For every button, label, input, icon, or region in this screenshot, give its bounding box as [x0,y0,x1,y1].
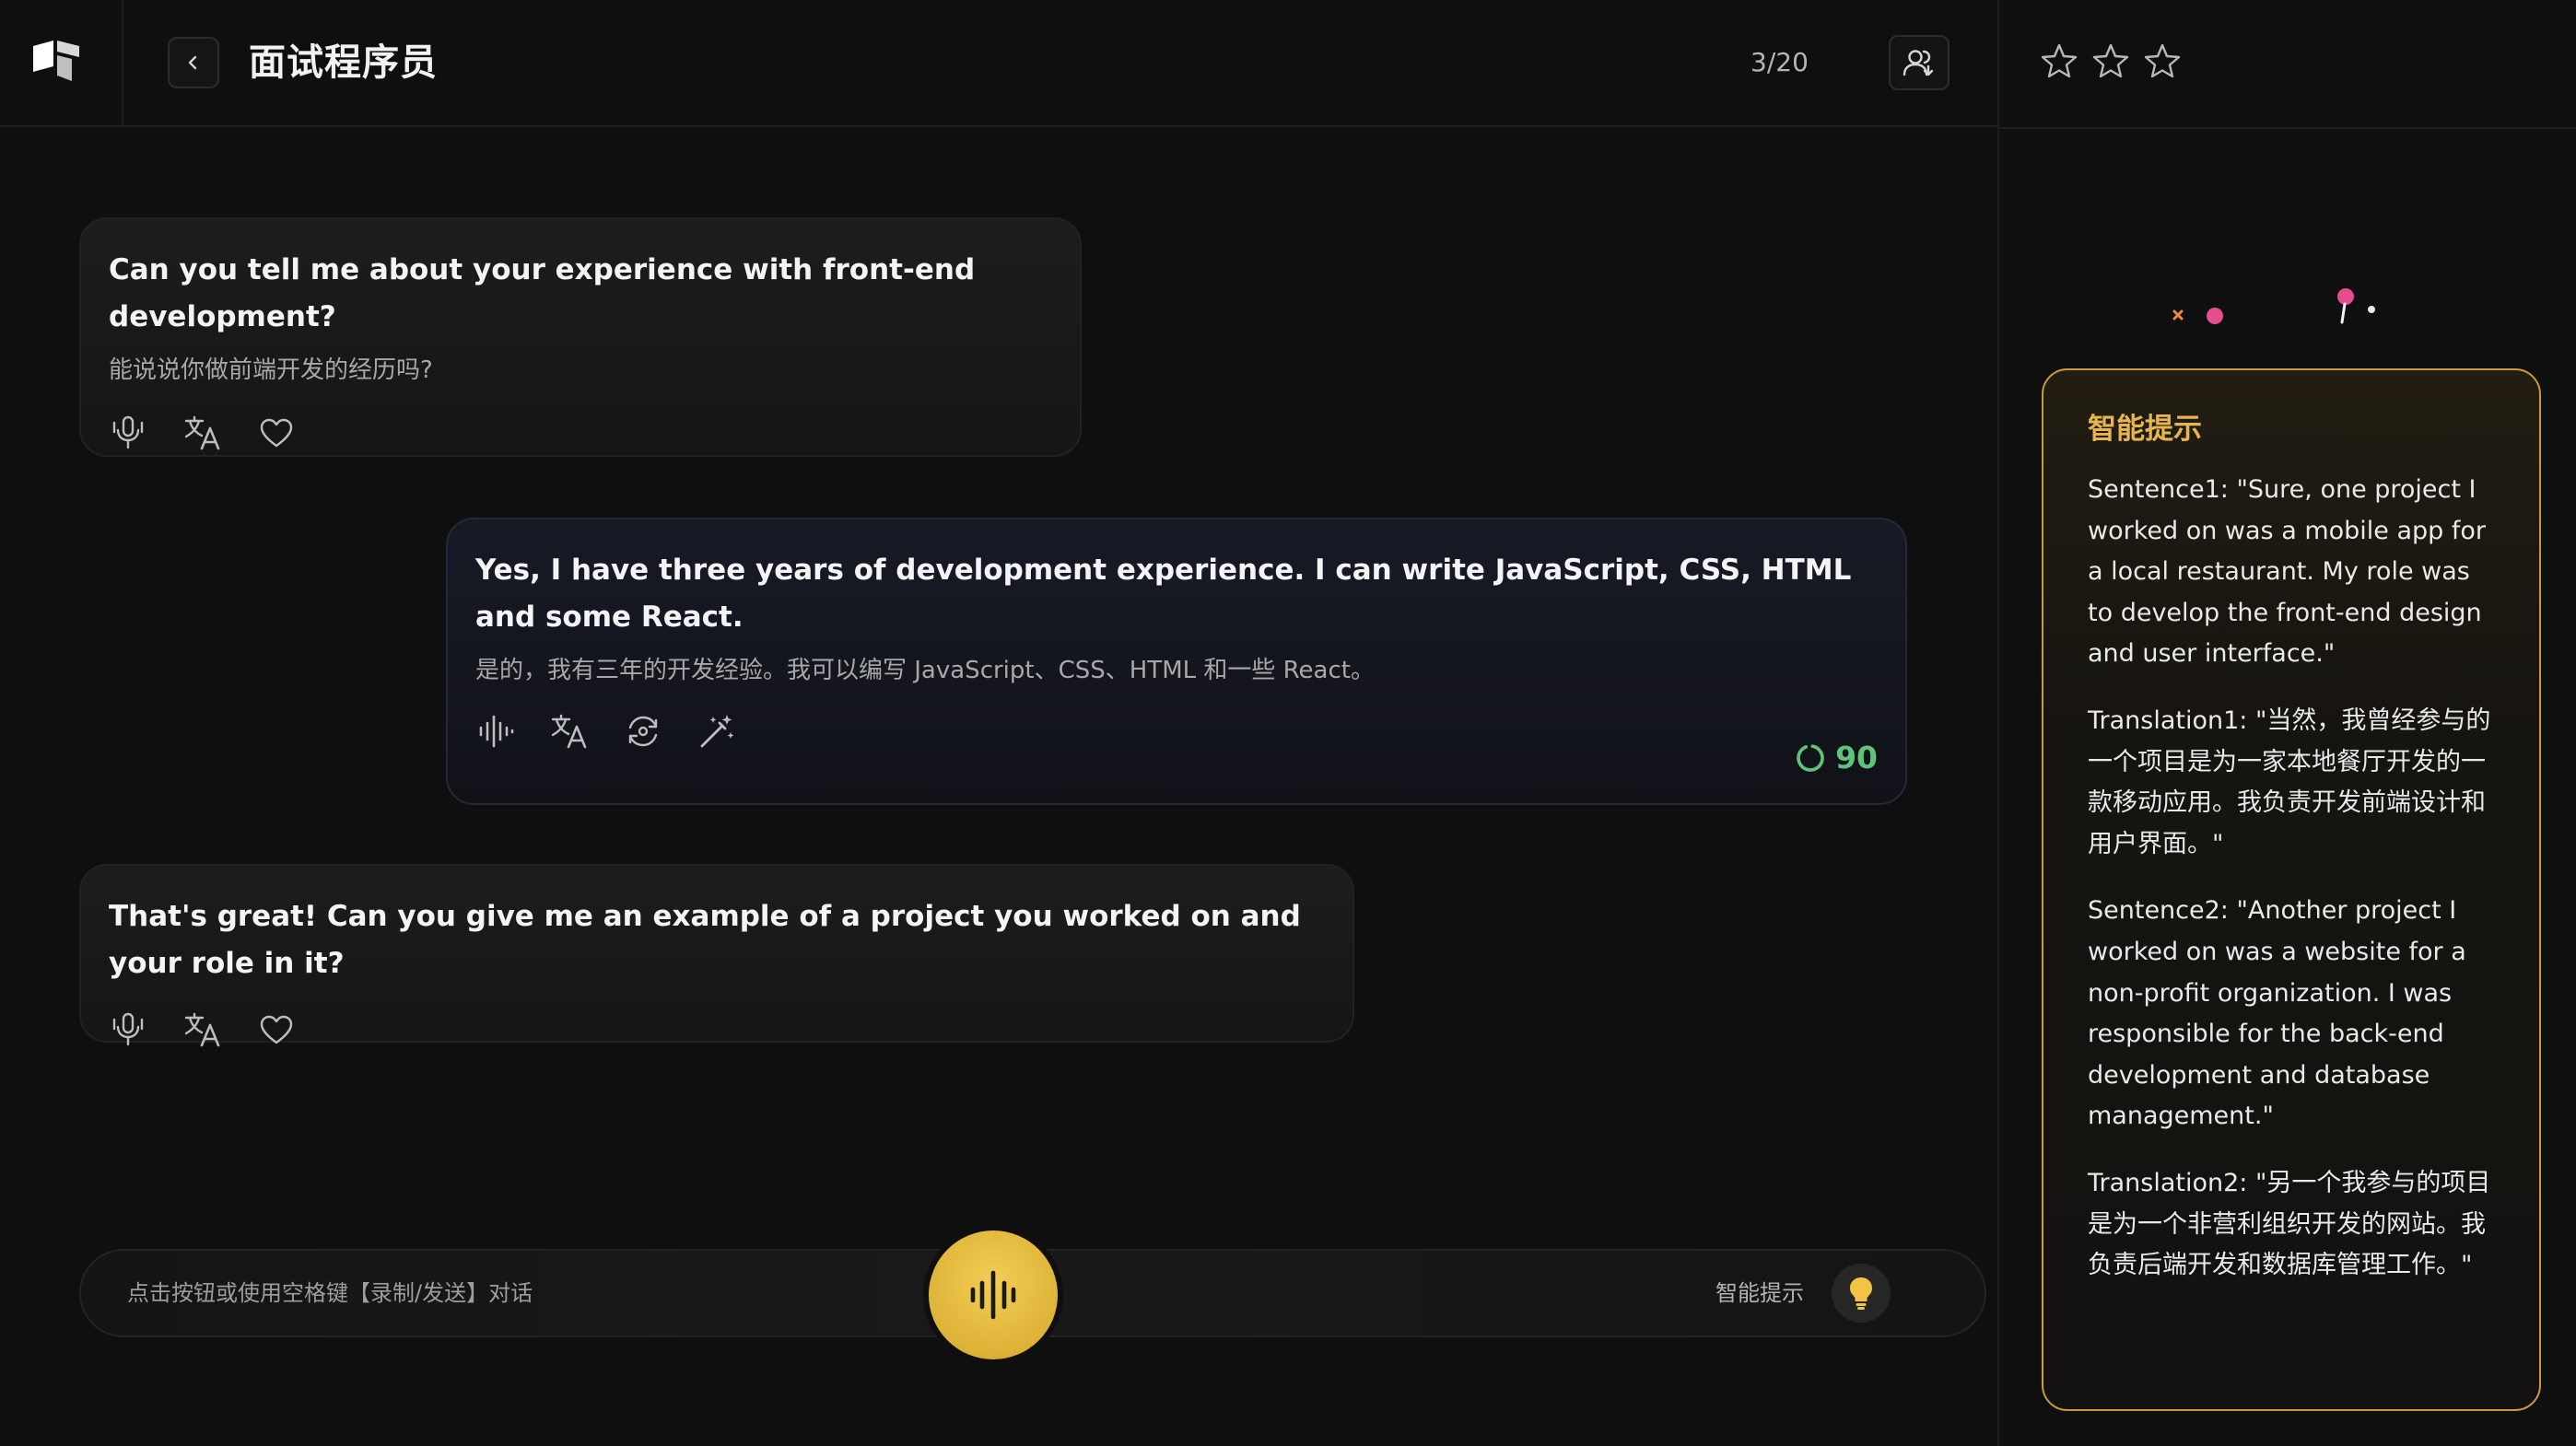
waveform-icon [479,715,514,748]
listen-button[interactable] [109,1009,149,1050]
listen-button[interactable] [109,413,149,453]
message-text-en: Can you tell me about your experience wi… [109,253,976,333]
star-outline-icon[interactable] [2091,42,2130,79]
smart-hint-button[interactable] [1832,1264,1891,1323]
translate-icon [184,415,220,450]
hint-translation-1: Translation1: "当然，我曾经参与的一个项目是为一家本地餐厅开发的一… [2088,706,2491,858]
chevron-left-icon [188,55,197,70]
star-outline-icon[interactable] [2143,42,2182,79]
speaker-wave-icon [112,1012,144,1046]
ai-message-bubble: Can you tell me about your experience wi… [79,217,1082,457]
message-text-zh: 是的，我有三年的开发经验。我可以编写 JavaScript、CSS、HTML 和… [475,657,1375,684]
heart-icon [260,418,293,448]
message-toolbar [109,1009,1325,1050]
retry-button[interactable] [623,711,663,752]
play-recording-button[interactable] [475,711,516,752]
smart-hint-title: 智能提示 [2088,413,2202,446]
translate-button[interactable] [549,711,590,752]
favorite-button[interactable] [256,1009,297,1050]
pronunciation-score: 90 [1795,740,1878,775]
score-ring-icon [1797,743,1824,772]
right-panel-divider [1999,127,2576,129]
rating-stars [2040,42,2182,79]
retry-icon [628,716,658,747]
favorite-button[interactable] [256,413,297,453]
heart-icon [260,1015,293,1044]
translate-button[interactable] [182,1009,223,1050]
logo-cell [0,0,123,127]
translate-icon [184,1012,220,1047]
star-outline-icon[interactable] [2040,42,2078,79]
polish-button[interactable] [697,711,737,752]
top-bar: 面试程序员 3/20 [0,0,1997,127]
user-group-icon [1903,50,1934,76]
message-text-en: That's great! Can you give me an example… [109,900,1301,980]
user-message-bubble: Yes, I have three years of development e… [446,518,1907,805]
smart-hint-card: 智能提示 Sentence1: "Sure, one project I wor… [2042,368,2541,1411]
speaker-wave-icon [112,415,144,449]
question-progress: 3/20 [1751,47,1809,77]
decor-confetti [2172,288,2375,324]
record-button[interactable] [929,1230,1058,1359]
lightbulb-icon [1850,1277,1872,1310]
ai-message-bubble: That's great! Can you give me an example… [79,864,1354,1047]
page-title: 面试程序员 [249,41,438,84]
message-text-zh: 能说说你做前端开发的经历吗? [109,356,433,384]
translate-icon [551,714,587,749]
microphone-waveform-icon [970,1270,1016,1320]
message-toolbar [109,413,1052,453]
hint-translation-2: Translation2: "另一个我参与的项目是为一个非营利组织开发的网站。我… [2088,1168,2491,1280]
contact-button[interactable] [1889,35,1950,90]
message-toolbar [475,711,1878,752]
input-hint: 点击按钮或使用空格键【录制/发送】对话 [127,1280,533,1306]
hint-sentence-1: Sentence1: "Sure, one project I worked o… [2088,475,2487,669]
smart-hint-toggle-label[interactable]: 智能提示 [1715,1251,1804,1335]
app-logo-icon [33,41,79,81]
message-text-en: Yes, I have three years of development e… [475,554,1852,634]
hint-sentence-2: Sentence2: "Another project I worked on … [2088,896,2466,1131]
magic-wand-icon [700,715,734,748]
score-value: 90 [1835,740,1878,775]
back-button[interactable] [168,37,219,88]
app-root: 面试程序员 3/20 Can you tell me about your ex… [0,0,2576,1446]
translate-button[interactable] [182,413,223,453]
